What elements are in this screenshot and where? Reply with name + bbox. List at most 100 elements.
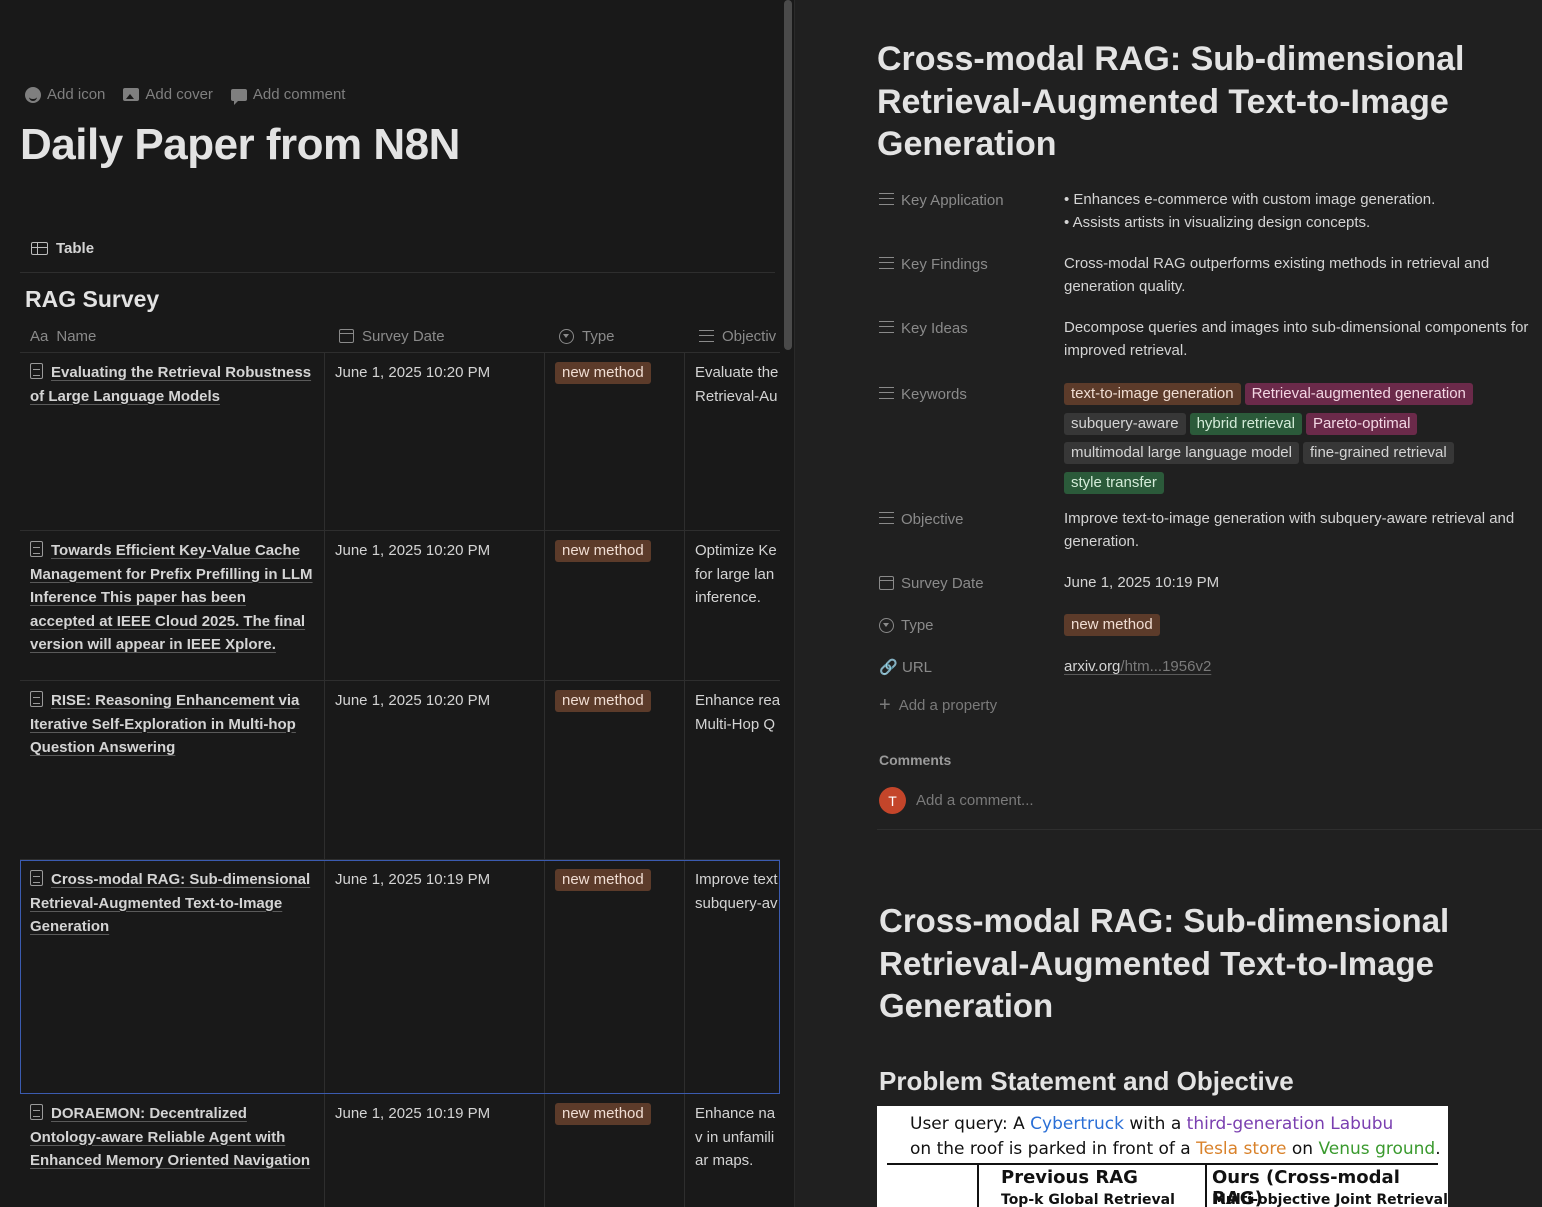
type-cell[interactable]: new method bbox=[545, 860, 685, 1093]
name-cell[interactable]: DORAEMON: Decentralized Ontology-aware R… bbox=[20, 1094, 325, 1207]
date-cell[interactable]: June 1, 2025 10:20 PM bbox=[325, 531, 545, 680]
view-divider bbox=[20, 272, 775, 273]
objective-cell[interactable]: Enhance rea Multi-Hop Q bbox=[685, 681, 780, 859]
table-icon bbox=[31, 242, 48, 255]
name-cell[interactable]: Cross-modal RAG: Sub-dimensional Retriev… bbox=[20, 860, 325, 1093]
table-row-selected[interactable]: Cross-modal RAG: Sub-dimensional Retriev… bbox=[20, 860, 780, 1094]
page-icon bbox=[30, 870, 43, 886]
comment-input[interactable]: Add a comment... bbox=[916, 792, 1034, 809]
list-icon bbox=[879, 387, 894, 399]
database-panel: Add icon Add cover Add comment Daily Pap… bbox=[0, 0, 794, 1207]
avatar: T bbox=[879, 787, 906, 814]
page-title[interactable]: Cross-modal RAG: Sub-dimensional Retriev… bbox=[877, 38, 1497, 166]
name-cell[interactable]: Evaluating the Retrieval Robustness of L… bbox=[20, 353, 325, 530]
property-type[interactable]: Type new method bbox=[879, 613, 1539, 655]
property-objective[interactable]: Objective Improve text-to-image generati… bbox=[879, 507, 1539, 571]
type-cell[interactable]: new method bbox=[545, 353, 685, 530]
column-header-objective[interactable]: Objectiv bbox=[685, 320, 780, 352]
objective-cell[interactable]: Optimize Ke for large lan inference. bbox=[685, 531, 780, 680]
url-link[interactable]: arxiv.org/htm...1956v2 bbox=[1064, 655, 1534, 697]
date-cell[interactable]: June 1, 2025 10:19 PM bbox=[325, 860, 545, 1093]
add-comment-button[interactable]: Add comment bbox=[230, 86, 345, 105]
page-link[interactable]: Evaluating the Retrieval Robustness of L… bbox=[30, 364, 311, 405]
page-link[interactable]: DORAEMON: Decentralized Ontology-aware R… bbox=[30, 1105, 310, 1169]
text-lines-icon bbox=[879, 321, 894, 333]
type-tag: new method bbox=[555, 1103, 651, 1125]
calendar-icon bbox=[339, 329, 354, 343]
column-header-name[interactable]: Aa Name bbox=[20, 320, 325, 352]
table-row[interactable]: Evaluating the Retrieval Robustness of L… bbox=[20, 353, 780, 531]
property-value[interactable]: June 1, 2025 10:19 PM bbox=[1064, 571, 1534, 613]
text-lines-icon bbox=[699, 330, 714, 342]
keywords-value[interactable]: text-to-image generation Retrieval-augmen… bbox=[1064, 382, 1534, 507]
comment-icon bbox=[230, 88, 247, 105]
select-icon bbox=[559, 328, 574, 344]
page-link[interactable]: RISE: Reasoning Enhancement via Iterativ… bbox=[30, 692, 299, 756]
table-row[interactable]: RISE: Reasoning Enhancement via Iterativ… bbox=[20, 681, 780, 860]
link-icon: 🔗 bbox=[879, 659, 898, 676]
type-cell[interactable]: new method bbox=[545, 531, 685, 680]
add-cover-button[interactable]: Add cover bbox=[123, 86, 213, 103]
page-link[interactable]: Towards Efficient Key-Value Cache Manage… bbox=[30, 542, 313, 653]
property-value[interactable]: Decompose queries and images into sub-di… bbox=[1064, 316, 1534, 380]
divider bbox=[877, 829, 1542, 830]
table-header: Aa Name Survey Date Type Objectiv bbox=[20, 320, 780, 353]
name-cell[interactable]: Towards Efficient Key-Value Cache Manage… bbox=[20, 531, 325, 680]
property-value[interactable]: • Enhances e-commerce with custom image … bbox=[1064, 188, 1534, 252]
table-row[interactable]: DORAEMON: Decentralized Ontology-aware R… bbox=[20, 1094, 780, 1207]
property-keywords[interactable]: Keywords text-to-image generation Retriev… bbox=[879, 380, 1539, 507]
comment-composer[interactable]: T Add a comment... bbox=[879, 787, 1034, 814]
smile-icon bbox=[25, 86, 41, 103]
objective-cell[interactable]: Evaluate the Retrieval-Au bbox=[685, 353, 780, 530]
page-icon bbox=[30, 1104, 43, 1120]
date-cell[interactable]: June 1, 2025 10:20 PM bbox=[325, 681, 545, 859]
heading-1[interactable]: Cross-modal RAG: Sub-dimensional Retriev… bbox=[879, 900, 1479, 1028]
keyword-tag: style transfer bbox=[1064, 471, 1164, 494]
type-cell[interactable]: new method bbox=[545, 681, 685, 859]
property-survey-date[interactable]: Survey Date June 1, 2025 10:19 PM bbox=[879, 571, 1539, 613]
type-tag: new method bbox=[555, 690, 651, 712]
page-actions: Add icon Add cover Add comment bbox=[25, 86, 345, 105]
type-cell[interactable]: new method bbox=[545, 1094, 685, 1207]
property-key-findings[interactable]: Key Findings Cross-modal RAG outperforms… bbox=[879, 252, 1539, 316]
date-cell[interactable]: June 1, 2025 10:20 PM bbox=[325, 353, 545, 530]
property-value[interactable]: Cross-modal RAG outperforms existing met… bbox=[1064, 252, 1534, 316]
property-value[interactable]: new method bbox=[1064, 613, 1534, 655]
text-lines-icon bbox=[879, 512, 894, 524]
keyword-tag: Retrieval-augmented generation bbox=[1244, 383, 1473, 405]
objective-cell[interactable]: Improve text subquery-av bbox=[685, 860, 780, 1093]
keyword-tag: Pareto-optimal bbox=[1305, 412, 1418, 435]
property-url[interactable]: 🔗 URL arxiv.org/htm...1956v2 bbox=[879, 655, 1539, 697]
text-property-icon: Aa bbox=[30, 327, 49, 345]
keyword-tag: hybrid retrieval bbox=[1189, 412, 1302, 435]
property-value[interactable]: Improve text-to-image generation with su… bbox=[1064, 507, 1534, 571]
heading-2[interactable]: Problem Statement and Objective bbox=[879, 1066, 1294, 1097]
date-cell[interactable]: June 1, 2025 10:19 PM bbox=[325, 1094, 545, 1207]
view-tab-table[interactable]: Table bbox=[31, 240, 94, 257]
page-icon bbox=[30, 691, 43, 707]
keyword-tag: multimodal large language model bbox=[1064, 442, 1299, 464]
database-title[interactable]: RAG Survey bbox=[25, 286, 159, 313]
page-title[interactable]: Daily Paper from N8N bbox=[20, 120, 460, 170]
properties-list: Key Application • Enhances e-commerce wi… bbox=[879, 188, 1539, 715]
paper-figure-image[interactable]: User query: A Cybertruck with a third-ge… bbox=[877, 1106, 1448, 1207]
column-header-survey-date[interactable]: Survey Date bbox=[325, 320, 545, 352]
select-icon bbox=[879, 618, 894, 633]
database-table: Aa Name Survey Date Type Objectiv Evalua… bbox=[20, 320, 780, 1207]
column-header-type[interactable]: Type bbox=[545, 320, 685, 352]
property-key-ideas[interactable]: Key Ideas Decompose queries and images i… bbox=[879, 316, 1539, 380]
objective-cell[interactable]: Enhance nav in unfamiliar maps. bbox=[685, 1094, 780, 1207]
text-lines-icon bbox=[879, 257, 894, 269]
name-cell[interactable]: RISE: Reasoning Enhancement via Iterativ… bbox=[20, 681, 325, 859]
property-key-application[interactable]: Key Application • Enhances e-commerce wi… bbox=[879, 188, 1539, 252]
page-link[interactable]: Cross-modal RAG: Sub-dimensional Retriev… bbox=[30, 871, 310, 935]
page-icon bbox=[30, 363, 43, 379]
table-row[interactable]: Towards Efficient Key-Value Cache Manage… bbox=[20, 531, 780, 681]
add-property-button[interactable]: + Add a property bbox=[879, 695, 1539, 715]
type-tag: new method bbox=[555, 869, 651, 891]
page-peek-panel: Cross-modal RAG: Sub-dimensional Retriev… bbox=[794, 0, 1542, 1207]
scrollbar[interactable] bbox=[784, 0, 792, 350]
keyword-tag: fine-grained retrieval bbox=[1302, 442, 1454, 464]
keyword-tag: subquery-aware bbox=[1064, 412, 1186, 435]
add-icon-button[interactable]: Add icon bbox=[25, 86, 105, 103]
